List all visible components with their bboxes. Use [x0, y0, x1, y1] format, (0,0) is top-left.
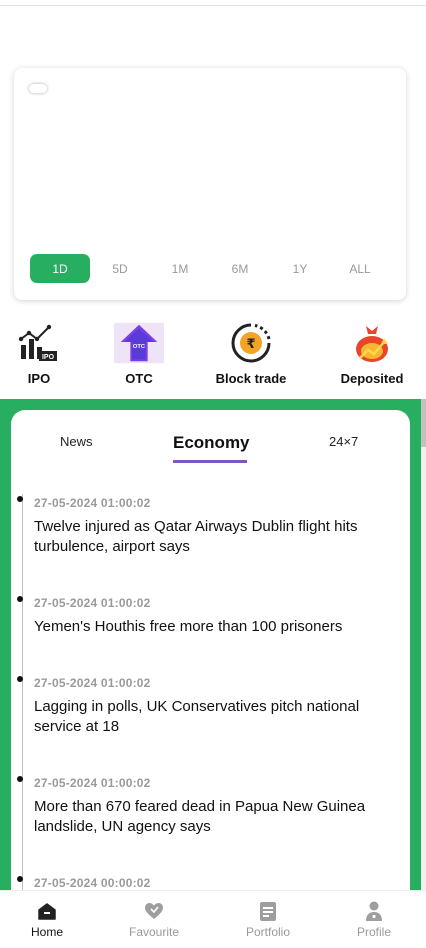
nav-label: Favourite: [128, 925, 180, 939]
scrollbar-thumb[interactable]: [421, 399, 426, 447]
range-1y-button[interactable]: 1Y: [270, 254, 330, 283]
news-timestamp: 27-05-2024 01:00:02: [34, 496, 151, 510]
home-icon: [37, 901, 57, 921]
news-headline: Yemen's Houthis free more than 100 priso…: [34, 618, 343, 635]
news-item[interactable]: 27-05-2024 01:00:02 Twelve injured as Qa…: [17, 496, 394, 557]
quick-action-otc[interactable]: OTC OTC: [113, 322, 165, 386]
quick-action-label: OTC: [125, 371, 153, 386]
range-6m-button[interactable]: 6M: [210, 254, 270, 283]
news-headline: More than 670 feared dead in Papua New G…: [34, 798, 366, 835]
news-timestamp: 27-05-2024 01:00:02: [34, 676, 151, 690]
time-range-selector: 1D 5D 1M 6M 1Y ALL: [30, 254, 390, 283]
rupee-coin-icon: ₹: [226, 322, 276, 364]
timeline-dot: [17, 676, 23, 682]
timeline-dot: [17, 876, 23, 882]
ipo-chart-icon: IPO: [14, 322, 64, 364]
heart-icon: [144, 901, 164, 921]
news-item[interactable]: 27-05-2024 01:00:02 Lagging in polls, UK…: [17, 676, 394, 737]
money-bag-icon: [347, 322, 397, 364]
active-tab-indicator: [173, 460, 247, 463]
chart-card: 1D 5D 1M 6M 1Y ALL: [14, 68, 406, 300]
timeline-dot: [17, 776, 23, 782]
quick-action-label: Block trade: [215, 371, 287, 386]
scrollbar-track[interactable]: [421, 447, 426, 948]
nav-favourite[interactable]: Favourite: [124, 901, 184, 939]
news-timestamp: 27-05-2024 01:00:02: [34, 596, 151, 610]
news-card: News Economy 24×7 27-05-2024 01:00:02 Tw…: [11, 410, 410, 890]
svg-text:₹: ₹: [246, 337, 255, 352]
quick-action-block-trade[interactable]: ₹ Block trade: [211, 322, 291, 386]
tab-economy[interactable]: Economy: [173, 433, 250, 453]
quick-action-ipo[interactable]: IPO IPO: [14, 322, 64, 386]
nav-portfolio[interactable]: Portfolio: [241, 901, 295, 939]
nav-home[interactable]: Home: [28, 901, 66, 939]
quick-action-label: Deposited: [340, 371, 404, 386]
nav-profile[interactable]: Profile: [352, 901, 396, 939]
range-1d-button[interactable]: 1D: [30, 254, 90, 283]
timeline-dot: [17, 496, 23, 502]
svg-text:OTC: OTC: [133, 344, 145, 350]
news-item[interactable]: 27-05-2024 01:00:02 Yemen's Houthis free…: [17, 596, 394, 637]
bottom-nav: Home Favourite Portfolio Profile: [0, 890, 426, 948]
svg-text:IPO: IPO: [42, 354, 55, 361]
profile-icon: [364, 901, 384, 921]
tab-news[interactable]: News: [60, 434, 93, 449]
chart-toggle[interactable]: [29, 84, 47, 93]
otc-arrow-icon: OTC: [114, 322, 164, 364]
quick-action-label: IPO: [27, 371, 51, 386]
document-icon: [258, 901, 278, 921]
quick-action-deposited[interactable]: Deposited: [336, 322, 408, 386]
quick-actions: IPO IPO OTC OTC ₹ Block trade Deposited: [0, 322, 426, 394]
news-headline: Twelve injured as Qatar Airways Dublin f…: [34, 518, 358, 555]
range-1m-button[interactable]: 1M: [150, 254, 210, 283]
tab-24x7[interactable]: 24×7: [329, 434, 358, 449]
range-all-button[interactable]: ALL: [330, 254, 390, 283]
nav-label: Portfolio: [245, 925, 291, 939]
news-item[interactable]: 27-05-2024 01:00:02 More than 670 feared…: [17, 776, 394, 837]
news-item[interactable]: 27-05-2024 00:00:02: [17, 876, 394, 890]
timeline-dot: [17, 596, 23, 602]
news-timestamp: 27-05-2024 00:00:02: [34, 876, 151, 890]
news-headline: Lagging in polls, UK Conservatives pitch…: [34, 698, 360, 735]
range-5d-button[interactable]: 5D: [90, 254, 150, 283]
nav-label: Profile: [356, 925, 391, 939]
news-timestamp: 27-05-2024 01:00:02: [34, 776, 151, 790]
nav-label: Home: [30, 925, 63, 939]
timeline-line: [22, 494, 23, 890]
top-divider: [0, 5, 426, 6]
